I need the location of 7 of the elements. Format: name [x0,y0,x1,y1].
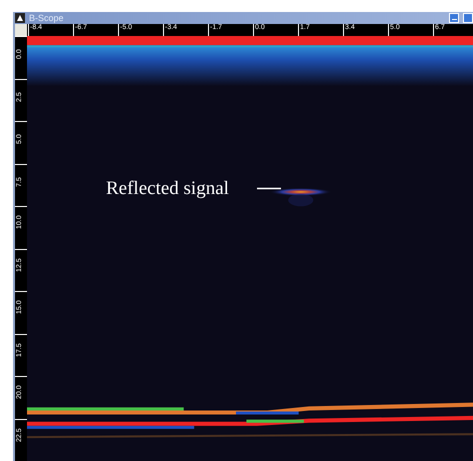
window-title: B-Scope [29,14,64,22]
minimize-button[interactable] [449,13,459,23]
app-icon [15,13,25,23]
maximize-button[interactable] [463,13,473,23]
leader-line [257,187,281,190]
annotation-label: Reflected signal [106,179,229,198]
ruler-corner [15,24,27,36]
